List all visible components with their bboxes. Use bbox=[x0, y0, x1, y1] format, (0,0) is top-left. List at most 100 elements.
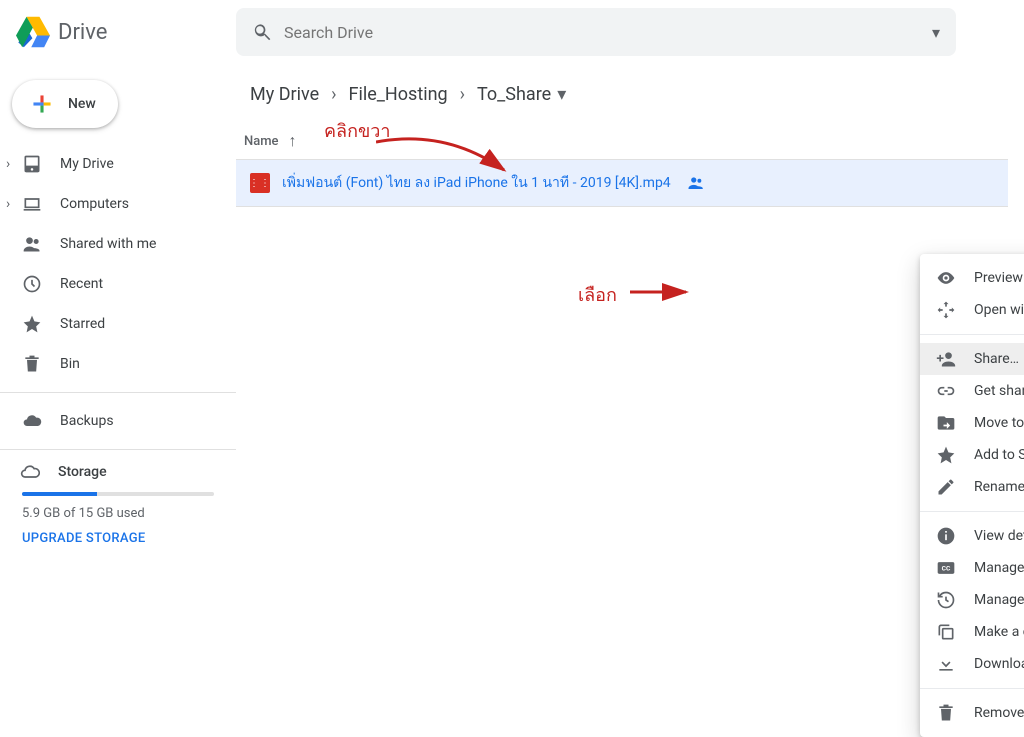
menu-label: Preview bbox=[974, 270, 1023, 286]
video-file-icon: ⋮⋮ bbox=[250, 173, 270, 193]
trash-icon bbox=[22, 354, 42, 374]
crumb-root[interactable]: My Drive bbox=[244, 80, 325, 109]
clock-icon bbox=[22, 274, 42, 294]
menu-download[interactable]: Download bbox=[920, 648, 1024, 680]
search-bar[interactable]: ▾ bbox=[236, 8, 956, 56]
sidebar-item-storage[interactable]: Storage bbox=[22, 462, 214, 482]
star-icon bbox=[22, 314, 42, 334]
crumb-current[interactable]: To_Share ▾ bbox=[471, 80, 572, 109]
sidebar-item-label: Starred bbox=[60, 316, 105, 332]
menu-label: Download bbox=[974, 656, 1024, 672]
menu-label: Rename… bbox=[974, 479, 1024, 495]
drive-icon bbox=[22, 154, 42, 174]
chevron-right-icon: › bbox=[460, 84, 465, 105]
eye-icon bbox=[936, 268, 956, 288]
sidebar: New My Drive Computers Shared with me Re… bbox=[0, 64, 236, 558]
new-button-label: New bbox=[68, 96, 96, 112]
caret-down-icon: ▾ bbox=[557, 84, 566, 105]
sidebar-item-bin[interactable]: Bin bbox=[0, 344, 236, 384]
menu-separator bbox=[920, 688, 1024, 689]
file-row[interactable]: ⋮⋮ เพิ่มฟอนต์ (Font) ไทย ลง iPad iPhone … bbox=[236, 160, 1008, 207]
menu-label: Get shareable link bbox=[974, 383, 1024, 399]
plus-icon bbox=[28, 90, 56, 118]
cloud-icon bbox=[22, 411, 42, 431]
brand-name: Drive bbox=[58, 20, 107, 45]
download-icon bbox=[936, 654, 956, 674]
storage-label: Storage bbox=[58, 464, 107, 480]
menu-get-link[interactable]: Get shareable link bbox=[920, 375, 1024, 407]
menu-label: Remove bbox=[974, 705, 1024, 721]
file-name: เพิ่มฟอนต์ (Font) ไทย ลง iPad iPhone ใน … bbox=[282, 172, 671, 194]
sidebar-item-recent[interactable]: Recent bbox=[0, 264, 236, 304]
sidebar-separator bbox=[0, 449, 236, 450]
list-header: Name ↑ bbox=[236, 123, 1008, 160]
sort-asc-icon[interactable]: ↑ bbox=[289, 131, 297, 151]
sidebar-separator bbox=[0, 392, 236, 393]
chevron-right-icon: › bbox=[331, 84, 336, 105]
sidebar-item-my-drive[interactable]: My Drive bbox=[0, 144, 236, 184]
cloud-outline-icon bbox=[20, 462, 40, 482]
sidebar-item-label: Computers bbox=[60, 196, 129, 212]
column-name[interactable]: Name bbox=[244, 134, 279, 149]
menu-share[interactable]: Share… bbox=[920, 343, 1024, 375]
sidebar-item-starred[interactable]: Starred bbox=[0, 304, 236, 344]
sidebar-item-computers[interactable]: Computers bbox=[0, 184, 236, 224]
sidebar-item-backups[interactable]: Backups bbox=[0, 401, 236, 441]
info-icon bbox=[936, 526, 956, 546]
shared-people-icon bbox=[687, 174, 705, 192]
people-icon bbox=[22, 234, 42, 254]
menu-versions[interactable]: Manage versions… bbox=[920, 584, 1024, 616]
menu-star[interactable]: Add to Starred bbox=[920, 439, 1024, 471]
sidebar-item-label: My Drive bbox=[60, 156, 114, 172]
crumb-current-label: To_Share bbox=[477, 84, 551, 105]
menu-captions[interactable]: CC Manage caption tracks… bbox=[920, 552, 1024, 584]
cc-icon: CC bbox=[936, 558, 956, 578]
menu-label: Add to Starred bbox=[974, 447, 1024, 463]
menu-remove[interactable]: Remove bbox=[920, 697, 1024, 729]
link-icon bbox=[936, 381, 956, 401]
upgrade-storage-link[interactable]: UPGRADE STORAGE bbox=[22, 531, 214, 546]
menu-label: Share… bbox=[974, 351, 1019, 367]
search-icon bbox=[252, 22, 272, 42]
main: My Drive › File_Hosting › To_Share ▾ Nam… bbox=[236, 64, 1024, 558]
menu-label: Move to… bbox=[974, 415, 1024, 431]
annotation-arrow-icon bbox=[630, 282, 696, 302]
menu-preview[interactable]: Preview bbox=[920, 262, 1024, 294]
menu-move-to[interactable]: Move to… bbox=[920, 407, 1024, 439]
menu-separator bbox=[920, 334, 1024, 335]
history-icon bbox=[936, 590, 956, 610]
menu-label: Manage versions… bbox=[974, 592, 1024, 608]
menu-label: Manage caption tracks… bbox=[974, 560, 1024, 576]
drive-logo-icon bbox=[16, 15, 50, 49]
sidebar-item-shared[interactable]: Shared with me bbox=[0, 224, 236, 264]
sidebar-item-label: Bin bbox=[60, 356, 80, 372]
search-input[interactable] bbox=[284, 23, 932, 42]
search-options-caret-icon[interactable]: ▾ bbox=[932, 23, 940, 42]
context-menu: Preview Open with › Share… Get shareable… bbox=[920, 254, 1024, 737]
trash-icon bbox=[936, 703, 956, 723]
sidebar-item-label: Shared with me bbox=[60, 236, 156, 252]
computers-icon bbox=[22, 194, 42, 214]
storage-bar bbox=[22, 492, 214, 496]
storage-text: 5.9 GB of 15 GB used bbox=[22, 506, 214, 521]
crumb-folder[interactable]: File_Hosting bbox=[343, 80, 454, 109]
sidebar-item-label: Backups bbox=[60, 413, 114, 429]
new-button[interactable]: New bbox=[12, 80, 118, 128]
breadcrumb: My Drive › File_Hosting › To_Share ▾ bbox=[236, 72, 1008, 123]
menu-separator bbox=[920, 511, 1024, 512]
menu-view-details[interactable]: View details bbox=[920, 520, 1024, 552]
menu-copy[interactable]: Make a copy bbox=[920, 616, 1024, 648]
star-icon bbox=[936, 445, 956, 465]
svg-text:CC: CC bbox=[942, 565, 951, 573]
menu-open-with[interactable]: Open with › bbox=[920, 294, 1024, 326]
annotation-choose: เลือก bbox=[578, 280, 617, 309]
pencil-icon bbox=[936, 477, 956, 497]
header: Drive ▾ bbox=[0, 0, 1024, 64]
menu-label: Make a copy bbox=[974, 624, 1024, 640]
brand[interactable]: Drive bbox=[16, 15, 236, 49]
copy-icon bbox=[936, 622, 956, 642]
menu-label: View details bbox=[974, 528, 1024, 544]
storage-block: Storage 5.9 GB of 15 GB used UPGRADE STO… bbox=[0, 458, 236, 550]
menu-rename[interactable]: Rename… bbox=[920, 471, 1024, 503]
person-add-icon bbox=[936, 349, 956, 369]
